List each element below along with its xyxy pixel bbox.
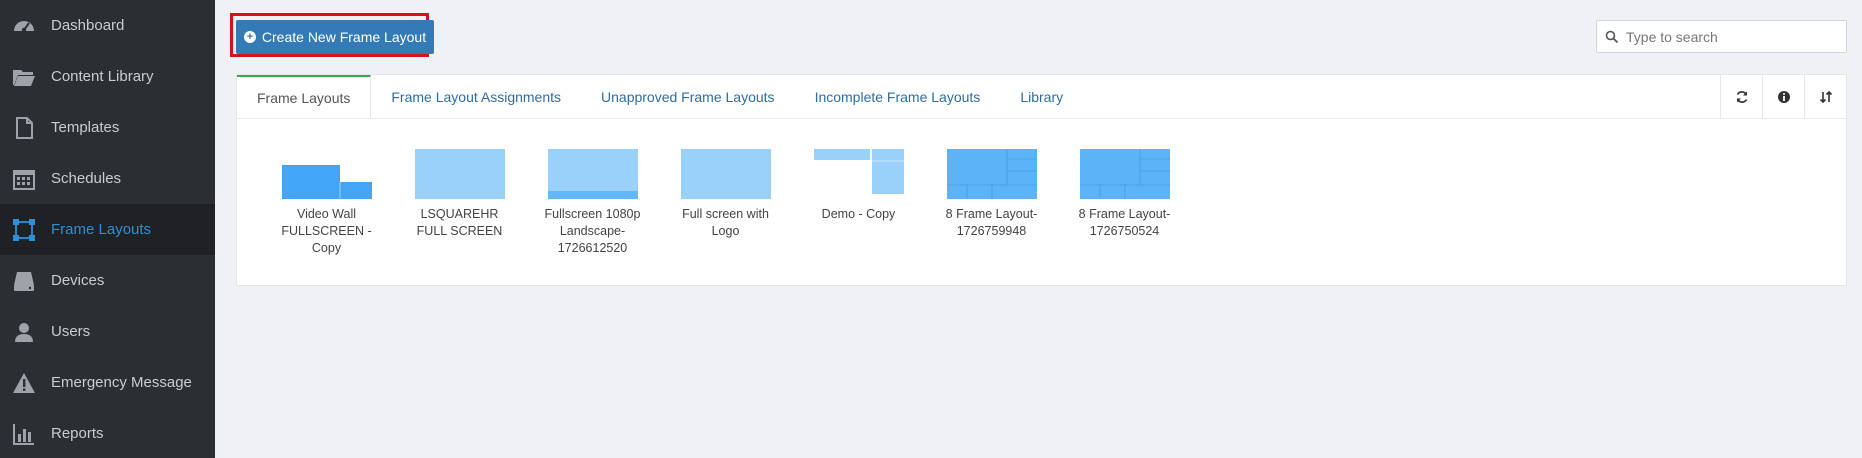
bar-chart-icon	[10, 420, 38, 448]
tab-frame-layouts[interactable]: Frame Layouts	[237, 75, 372, 118]
create-new-frame-layout-button[interactable]: + Create New Frame Layout	[236, 20, 434, 54]
search-input[interactable]	[1626, 28, 1836, 45]
frame-layout-icon	[10, 216, 38, 244]
tab-incomplete-frame-layouts[interactable]: Incomplete Frame Layouts	[795, 75, 1001, 118]
folder-open-icon	[10, 63, 38, 91]
user-icon	[10, 318, 38, 346]
layout-thumbnail	[281, 165, 372, 199]
sort-button[interactable]	[1804, 75, 1846, 119]
tab-tools	[1720, 75, 1846, 119]
sidebar-item-devices[interactable]: Devices	[0, 255, 215, 306]
sidebar-item-dashboard[interactable]: Dashboard	[0, 0, 215, 51]
tab-label: Incomplete Frame Layouts	[814, 88, 981, 105]
sidebar-item-frame-layouts[interactable]: Frame Layouts	[0, 204, 215, 255]
layout-thumbnail	[680, 149, 771, 199]
tab-label: Library	[1020, 88, 1064, 105]
tab-unapproved-frame-layouts[interactable]: Unapproved Frame Layouts	[581, 75, 795, 118]
layout-thumbnail	[1079, 149, 1170, 199]
refresh-button[interactable]	[1720, 75, 1762, 119]
info-button[interactable]	[1762, 75, 1804, 119]
sidebar-item-label: Dashboard	[51, 17, 125, 34]
layout-tile[interactable]: Demo - Copy	[792, 149, 925, 257]
sidebar-item-reports[interactable]: Reports	[0, 408, 215, 458]
layout-name: 8 Frame Layout-1726750524	[1078, 207, 1171, 238]
layout-tile[interactable]: Video Wall FULLSCREEN - Copy	[260, 149, 393, 257]
tab-frame-layout-assignments[interactable]: Frame Layout Assignments	[371, 75, 581, 118]
sidebar-item-label: Reports	[51, 425, 104, 442]
warning-icon	[10, 369, 38, 397]
search-box[interactable]	[1596, 20, 1847, 53]
tab-label: Unapproved Frame Layouts	[601, 88, 775, 105]
sidebar-item-label: Emergency Message	[51, 374, 192, 391]
sidebar: Dashboard Content Library Templates Sche…	[0, 0, 215, 458]
tab-bar: Frame Layouts Frame Layout Assignments U…	[237, 75, 1846, 119]
layout-name: LSQUAREHR FULL SCREEN	[416, 207, 503, 238]
sidebar-item-label: Devices	[51, 272, 105, 289]
hard-drive-icon	[10, 267, 38, 295]
create-button-label: Create New Frame Layout	[261, 29, 427, 45]
file-icon	[10, 114, 38, 142]
sort-icon	[1819, 90, 1832, 104]
sidebar-item-content-library[interactable]: Content Library	[0, 51, 215, 102]
tab-library[interactable]: Library	[1000, 75, 1083, 118]
sidebar-item-label: Content Library	[51, 68, 154, 85]
layout-tile[interactable]: LSQUAREHR FULL SCREEN	[393, 149, 526, 257]
sidebar-item-label: Schedules	[51, 170, 122, 187]
dashboard-icon	[10, 12, 38, 40]
info-icon	[1777, 91, 1790, 103]
sidebar-item-emergency-message[interactable]: Emergency Message	[0, 357, 215, 408]
sidebar-item-label: Templates	[51, 119, 120, 136]
sidebar-item-templates[interactable]: Templates	[0, 102, 215, 153]
search-icon	[1605, 30, 1619, 43]
layout-grid: Video Wall FULLSCREEN - Copy LSQUAREHR F…	[237, 119, 1846, 257]
layout-tile[interactable]: 8 Frame Layout-1726750524	[1058, 149, 1191, 257]
refresh-icon	[1736, 91, 1747, 103]
plus-circle-icon: +	[243, 31, 256, 43]
calendar-icon	[10, 165, 38, 193]
layout-name: 8 Frame Layout-1726759948	[945, 207, 1038, 238]
sidebar-item-label: Users	[51, 323, 91, 340]
layout-name: Fullscreen 1080p Landscape-1726612520	[544, 207, 641, 255]
layout-name: Demo - Copy	[821, 207, 896, 221]
tab-label: Frame Layouts	[257, 89, 351, 106]
layout-tile[interactable]: 8 Frame Layout-1726759948	[925, 149, 1058, 257]
frame-layouts-panel: Frame Layouts Frame Layout Assignments U…	[236, 74, 1847, 286]
sidebar-item-schedules[interactable]: Schedules	[0, 153, 215, 204]
layout-thumbnail	[946, 149, 1037, 199]
sidebar-item-label: Frame Layouts	[51, 221, 152, 238]
layout-thumbnail	[414, 149, 505, 199]
sidebar-item-users[interactable]: Users	[0, 306, 215, 357]
layout-tile[interactable]: Full screen with Logo	[659, 149, 792, 257]
layout-name: Video Wall FULLSCREEN - Copy	[281, 207, 372, 255]
layout-thumbnail	[547, 149, 638, 199]
layout-thumbnail	[813, 149, 904, 194]
layout-name: Full screen with Logo	[682, 207, 769, 238]
layout-tile[interactable]: Fullscreen 1080p Landscape-1726612520	[526, 149, 659, 257]
tab-label: Frame Layout Assignments	[391, 88, 562, 105]
